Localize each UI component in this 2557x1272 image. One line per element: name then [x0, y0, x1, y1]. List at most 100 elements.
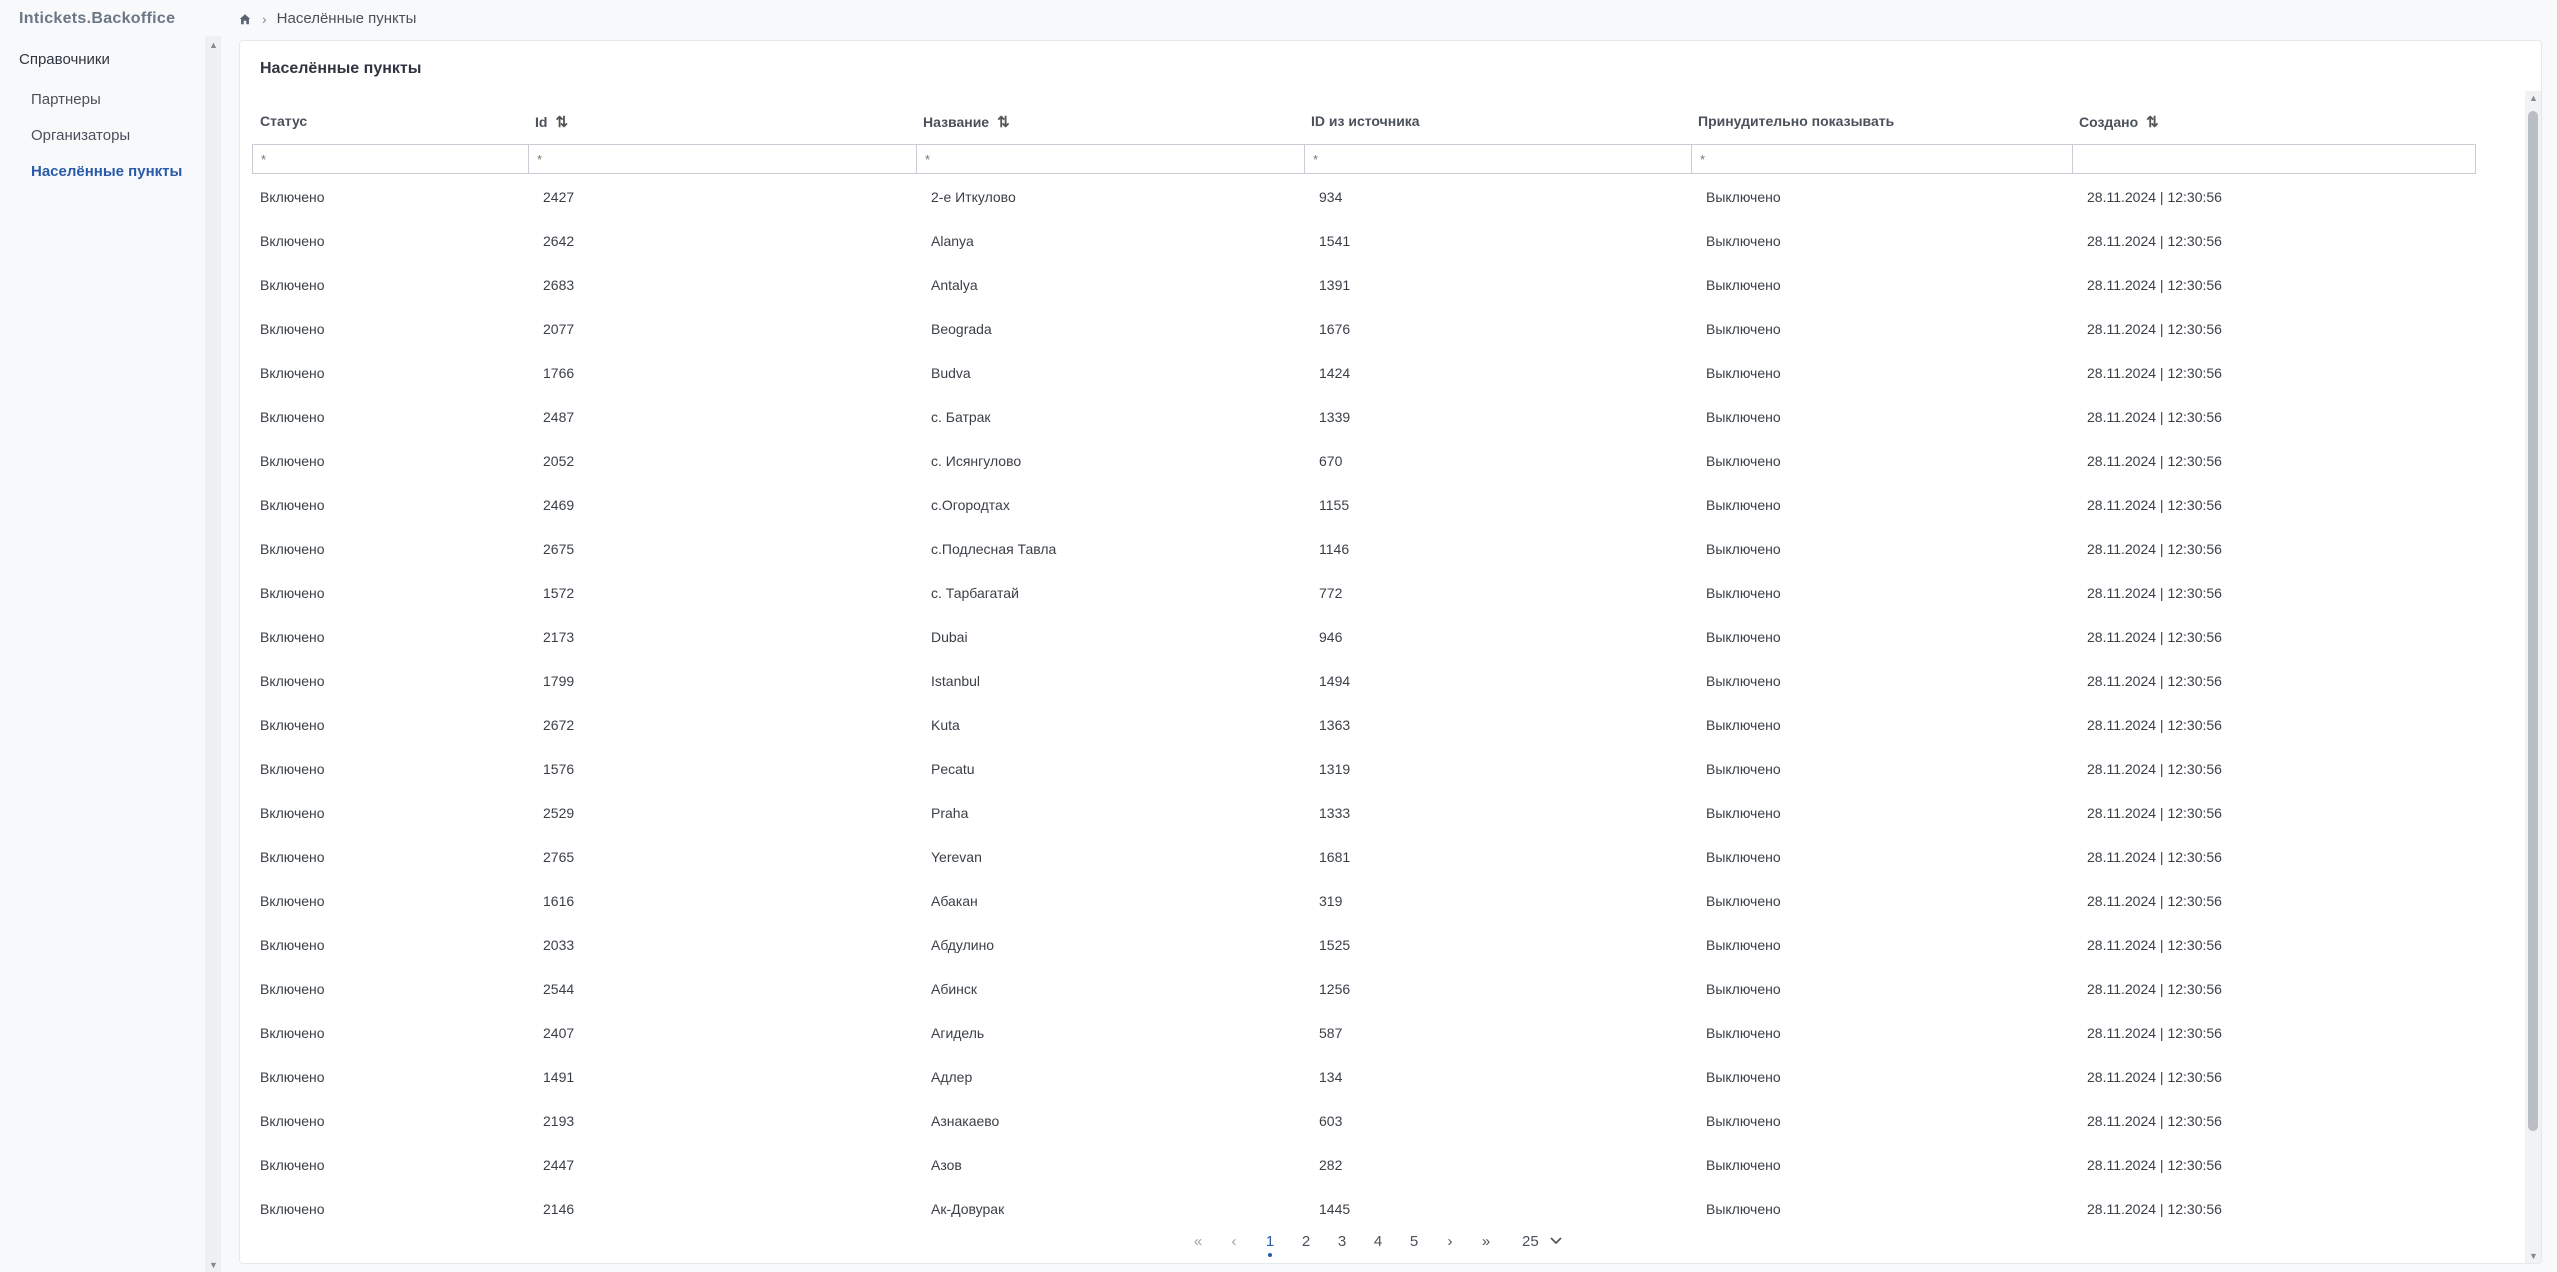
breadcrumb: › Населённые пункты [238, 10, 416, 27]
cell-force-show: Выключено [1706, 277, 1781, 293]
filter-created-input[interactable] [2073, 145, 2475, 173]
table-row[interactable]: Включено 1572 с. Тарбагатай 772 Выключено 28.… [240, 572, 2520, 616]
table-row[interactable]: Включено 2683 Antalya 1391 Выключено 28.11.20… [240, 264, 2520, 308]
sort-icon[interactable]: ⇅ [2146, 113, 2159, 131]
table-row[interactable]: Включено 2765 Yerevan 1681 Выключено 28.11.20… [240, 836, 2520, 880]
sidebar-item-organizers[interactable]: Организаторы [31, 127, 130, 144]
cell-name: Budva [931, 365, 971, 381]
table-row[interactable]: Включено 2077 Beograda 1676 Выключено 28.11.2… [240, 308, 2520, 352]
cell-name: Pecatu [931, 761, 975, 777]
cell-id: 2146 [543, 1201, 575, 1217]
filter-name-input[interactable] [917, 145, 1304, 173]
table-row[interactable]: Включено 2469 с.Огородтах 1155 Выключено 28.1… [240, 484, 2520, 528]
cell-force-show: Выключено [1706, 805, 1781, 821]
cell-name: Kuta [931, 717, 960, 733]
cell-created: 28.11.2024 | 12:30:56 [2087, 893, 2222, 909]
cell-created: 28.11.2024 | 12:30:56 [2087, 937, 2222, 953]
sidebar-item-partners[interactable]: Партнеры [31, 91, 101, 108]
filter-status-input[interactable] [253, 145, 528, 173]
cell-name: Азов [931, 1157, 962, 1173]
cell-id: 2487 [543, 409, 575, 425]
column-header-id[interactable]: Id ⇅ [535, 113, 568, 131]
cell-id: 2407 [543, 1025, 575, 1041]
cell-id: 2672 [543, 717, 575, 733]
cell-force-show: Выключено [1706, 585, 1781, 601]
cell-id: 1576 [543, 761, 575, 777]
table-row[interactable]: Включено 2052 с. Исянгулово 670 Выключено 28.… [240, 440, 2520, 484]
table-row[interactable]: Включено 1766 Budva 1424 Выключено 28.11.2024… [240, 352, 2520, 396]
table-row[interactable]: Включено 2544 Абинск 1256 Выключено 28.11.202… [240, 968, 2520, 1012]
scroll-down-icon[interactable]: ▼ [209, 1260, 218, 1270]
cell-id: 2469 [543, 497, 575, 513]
page-2-button[interactable]: 2 [1288, 1233, 1324, 1250]
table-row[interactable]: Включено 2642 Alanya 1541 Выключено 28.11.202… [240, 220, 2520, 264]
table-row[interactable]: Включено 1576 Pecatu 1319 Выключено 28.11.202… [240, 748, 2520, 792]
next-page-button[interactable]: › [1432, 1233, 1468, 1250]
page-5-button[interactable]: 5 [1396, 1233, 1432, 1250]
filter-source-id-input[interactable] [1305, 145, 1691, 173]
home-icon[interactable] [238, 12, 252, 26]
cell-name: с. Тарбагатай [931, 585, 1019, 601]
scrollbar-thumb[interactable] [2528, 111, 2538, 1131]
sort-icon[interactable]: ⇅ [555, 113, 568, 131]
prev-page-button[interactable]: ‹ [1216, 1233, 1252, 1250]
table-row[interactable]: Включено 2529 Praha 1333 Выключено 28.11.2024… [240, 792, 2520, 836]
cell-source-id: 1319 [1319, 761, 1351, 777]
filter-id-input[interactable] [529, 145, 916, 173]
cell-status: Включено [260, 1201, 325, 1217]
cell-created: 28.11.2024 | 12:30:56 [2087, 673, 2222, 689]
cell-name: Alanya [931, 233, 974, 249]
cell-status: Включено [260, 409, 325, 425]
sidebar-group-title[interactable]: Справочники [19, 51, 110, 68]
table-row[interactable]: Включено 1616 Абакан 319 Выключено 28.11.2024… [240, 880, 2520, 924]
cell-force-show: Выключено [1706, 849, 1781, 865]
page-3-button[interactable]: 3 [1324, 1233, 1360, 1250]
column-header-name[interactable]: Название ⇅ [923, 113, 1010, 131]
table-row[interactable]: Включено 2407 Агидель 587 Выключено 28.11.202… [240, 1012, 2520, 1056]
sidebar-item-localities[interactable]: Населённые пункты [31, 163, 182, 180]
scroll-up-icon[interactable]: ▲ [209, 40, 218, 50]
cell-force-show: Выключено [1706, 1157, 1781, 1173]
page-1-button[interactable]: 1 [1252, 1233, 1288, 1257]
cell-created: 28.11.2024 | 12:30:56 [2087, 1113, 2222, 1129]
cell-id: 2544 [543, 981, 575, 997]
scroll-up-icon[interactable]: ▲ [2529, 93, 2538, 103]
cell-force-show: Выключено [1706, 761, 1781, 777]
table-row[interactable]: Включено 2447 Азов 282 Выключено 28.11.2024 |… [240, 1144, 2520, 1188]
table-row[interactable]: Включено 2033 Абдулино 1525 Выключено 28.11.2… [240, 924, 2520, 968]
table-row[interactable]: Включено 2675 с.Подлесная Тавла 1146 Выключе… [240, 528, 2520, 572]
cell-name: с.Подлесная Тавла [931, 541, 1057, 557]
page-4-button[interactable]: 4 [1360, 1233, 1396, 1250]
table-scrollbar[interactable]: ▲ ▼ [2525, 91, 2541, 1263]
cell-status: Включено [260, 233, 325, 249]
cell-status: Включено [260, 1157, 325, 1173]
cell-status: Включено [260, 805, 325, 821]
table-row[interactable]: Включено 2427 2-е Иткулово 934 Выключено 28.1… [240, 176, 2520, 220]
cell-id: 1766 [543, 365, 575, 381]
cell-name: Адлер [931, 1069, 973, 1085]
cell-force-show: Выключено [1706, 1201, 1781, 1217]
cell-created: 28.11.2024 | 12:30:56 [2087, 849, 2222, 865]
cell-created: 28.11.2024 | 12:30:56 [2087, 761, 2222, 777]
filter-force-show-input[interactable] [1692, 145, 2072, 173]
sidebar-scrollbar[interactable]: ▲ ▼ [205, 36, 221, 1272]
table-row[interactable]: Включено 2173 Dubai 946 Выключено 28.11.2024 … [240, 616, 2520, 660]
first-page-button[interactable]: « [1180, 1233, 1216, 1250]
cell-created: 28.11.2024 | 12:30:56 [2087, 321, 2222, 337]
table-row[interactable]: Включено 1491 Адлер 134 Выключено 28.11.2024 … [240, 1056, 2520, 1100]
cell-id: 2675 [543, 541, 575, 557]
cell-force-show: Выключено [1706, 673, 1781, 689]
per-page-select[interactable]: 25 [1522, 1233, 1563, 1250]
table-row[interactable]: Включено 2193 Азнакаево 603 Выключено 28.11.2… [240, 1100, 2520, 1144]
sort-icon[interactable]: ⇅ [997, 113, 1010, 131]
last-page-button[interactable]: » [1468, 1233, 1504, 1250]
table-row[interactable]: Включено 2672 Kuta 1363 Выключено 28.11.2024 … [240, 704, 2520, 748]
cell-id: 2529 [543, 805, 575, 821]
scroll-down-icon[interactable]: ▼ [2529, 1251, 2538, 1261]
column-header-created[interactable]: Создано ⇅ [2079, 113, 2159, 131]
cell-force-show: Выключено [1706, 1025, 1781, 1041]
cell-created: 28.11.2024 | 12:30:56 [2087, 409, 2222, 425]
cell-source-id: 1155 [1319, 497, 1350, 513]
table-row[interactable]: Включено 1799 Istanbul 1494 Выключено 28.11.2… [240, 660, 2520, 704]
table-row[interactable]: Включено 2487 с. Батрак 1339 Выключено 28.11.… [240, 396, 2520, 440]
